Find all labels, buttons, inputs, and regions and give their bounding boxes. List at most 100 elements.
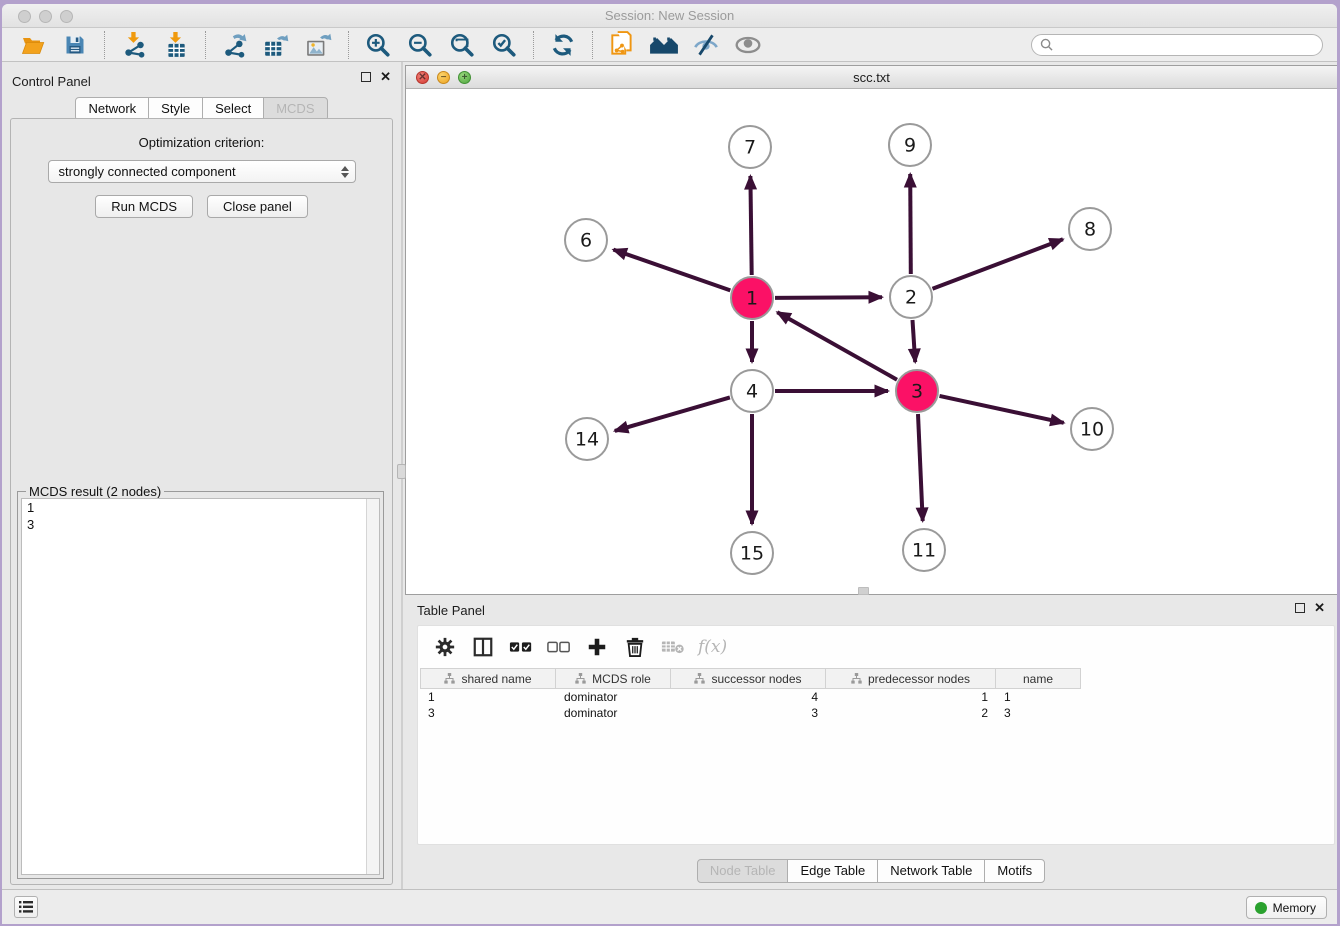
split-panel-icon[interactable] — [468, 632, 498, 662]
table-cell[interactable]: 1 — [420, 689, 556, 705]
zoom-selected-icon[interactable] — [489, 31, 519, 59]
column-header-name[interactable]: name — [996, 668, 1081, 689]
run-mcds-button[interactable]: Run MCDS — [95, 195, 193, 218]
table-panel-tabs: Node TableEdge TableNetwork TableMotifs — [405, 859, 1337, 883]
mcds-panel: Optimization criterion: strongly connect… — [10, 118, 393, 885]
refresh-icon[interactable] — [548, 31, 578, 59]
list-icon — [19, 901, 33, 913]
search-field[interactable] — [1031, 34, 1323, 56]
table-panel: Table Panel ✕ — [405, 595, 1337, 889]
mcds-result-title: MCDS result (2 nodes) — [26, 484, 164, 499]
network-canvas[interactable]: 7968124314101511 — [406, 89, 1337, 594]
deselect-all-icon[interactable] — [544, 632, 574, 662]
export-image-icon[interactable] — [304, 31, 334, 59]
tab-edge-table[interactable]: Edge Table — [787, 859, 878, 883]
float-panel-icon[interactable] — [361, 72, 371, 82]
main-toolbar — [2, 28, 1337, 62]
control-panel: Control Panel ✕ NetworkStyleSelectMCDS O… — [2, 62, 403, 889]
float-table-panel-icon[interactable] — [1295, 603, 1305, 613]
first-neighbors-icon[interactable] — [649, 31, 679, 59]
control-panel-title: Control Panel — [12, 74, 91, 89]
mcds-result-list[interactable]: 13 — [21, 498, 380, 875]
toolbar-separator — [348, 31, 349, 59]
tab-network-table[interactable]: Network Table — [877, 859, 985, 883]
table-cell[interactable]: 3 — [420, 705, 556, 721]
table-browser: f(x) shared nameMCDS rolesuccessor nodes… — [417, 625, 1335, 845]
column-settings-icon[interactable] — [430, 632, 460, 662]
node-15-label: 15 — [740, 543, 764, 565]
node-11-label: 11 — [912, 540, 936, 562]
mcds-result-item[interactable]: 1 — [22, 499, 379, 516]
task-history-button[interactable] — [14, 896, 38, 918]
add-column-icon[interactable] — [582, 632, 612, 662]
result-scrollbar[interactable] — [366, 499, 379, 874]
table-cell[interactable]: 2 — [826, 705, 996, 721]
search-input[interactable] — [1058, 38, 1314, 52]
zoom-fit-icon[interactable] — [447, 31, 477, 59]
edge-3-11[interactable] — [918, 414, 923, 521]
open-session-icon[interactable] — [18, 31, 48, 59]
column-header-predecessor-nodes[interactable]: predecessor nodes — [826, 668, 996, 689]
optimization-criterion-select[interactable]: strongly connected component — [48, 160, 356, 183]
tab-node-table[interactable]: Node Table — [697, 859, 789, 883]
edge-4-14[interactable] — [615, 397, 730, 431]
panel-divider-handle[interactable] — [397, 464, 406, 479]
close-panel-button[interactable]: Close panel — [207, 195, 308, 218]
show-all-icon[interactable] — [733, 31, 763, 59]
table-cell[interactable]: dominator — [556, 705, 671, 721]
edge-1-2[interactable] — [775, 297, 882, 298]
hierarchy-icon — [575, 673, 586, 684]
edge-1-7[interactable] — [750, 176, 751, 275]
network-window-titlebar: ✕ − + scc.txt — [406, 66, 1337, 89]
import-table-icon[interactable] — [161, 31, 191, 59]
close-table-panel-icon[interactable]: ✕ — [1314, 603, 1325, 613]
optimization-criterion-value: strongly connected component — [59, 164, 341, 179]
duplicate-network-icon[interactable] — [607, 31, 637, 59]
zoom-out-icon[interactable] — [405, 31, 435, 59]
delete-column-icon[interactable] — [620, 632, 650, 662]
import-network-icon[interactable] — [119, 31, 149, 59]
node-table: shared nameMCDS rolesuccessor nodesprede… — [420, 668, 1334, 721]
search-icon — [1040, 38, 1053, 51]
node-1-label: 1 — [746, 288, 758, 310]
edge-2-8[interactable] — [933, 239, 1063, 288]
export-network-icon[interactable] — [220, 31, 250, 59]
table-row[interactable]: 1dominator411 — [420, 689, 1334, 705]
hierarchy-icon — [694, 673, 705, 684]
table-cell[interactable]: 4 — [671, 689, 826, 705]
close-panel-icon[interactable]: ✕ — [380, 72, 391, 82]
hierarchy-icon — [851, 673, 862, 684]
edge-1-6[interactable] — [613, 250, 730, 291]
table-cell[interactable]: 1 — [826, 689, 996, 705]
hierarchy-icon — [444, 673, 455, 684]
memory-button[interactable]: Memory — [1246, 896, 1327, 919]
application-window: Session: New Session — [2, 4, 1337, 924]
mcds-result-item[interactable]: 3 — [22, 516, 379, 533]
table-cell[interactable]: 1 — [996, 689, 1081, 705]
table-cell[interactable]: 3 — [996, 705, 1081, 721]
save-session-icon[interactable] — [60, 31, 90, 59]
column-header-shared-name[interactable]: shared name — [420, 668, 556, 689]
edge-3-10[interactable] — [940, 396, 1064, 423]
node-14-label: 14 — [575, 429, 599, 451]
toolbar-separator — [533, 31, 534, 59]
export-table-icon[interactable] — [262, 31, 292, 59]
network-table-divider-handle[interactable] — [858, 587, 869, 595]
tab-motifs[interactable]: Motifs — [984, 859, 1045, 883]
zoom-in-icon[interactable] — [363, 31, 393, 59]
node-2-label: 2 — [905, 287, 917, 309]
optimization-criterion-label: Optimization criterion: — [11, 135, 392, 150]
edge-2-3[interactable] — [913, 320, 916, 362]
table-panel-title: Table Panel — [417, 603, 485, 618]
hide-selected-icon[interactable] — [691, 31, 721, 59]
column-header-successor-nodes[interactable]: successor nodes — [671, 668, 826, 689]
node-8-label: 8 — [1084, 219, 1096, 241]
table-cell[interactable]: dominator — [556, 689, 671, 705]
edge-2-9[interactable] — [910, 174, 911, 274]
node-3-label: 3 — [911, 381, 923, 403]
column-header-MCDS-role[interactable]: MCDS role — [556, 668, 671, 689]
edge-3-1[interactable] — [777, 312, 897, 380]
table-cell[interactable]: 3 — [671, 705, 826, 721]
table-row[interactable]: 3dominator323 — [420, 705, 1334, 721]
select-all-icon[interactable] — [506, 632, 536, 662]
